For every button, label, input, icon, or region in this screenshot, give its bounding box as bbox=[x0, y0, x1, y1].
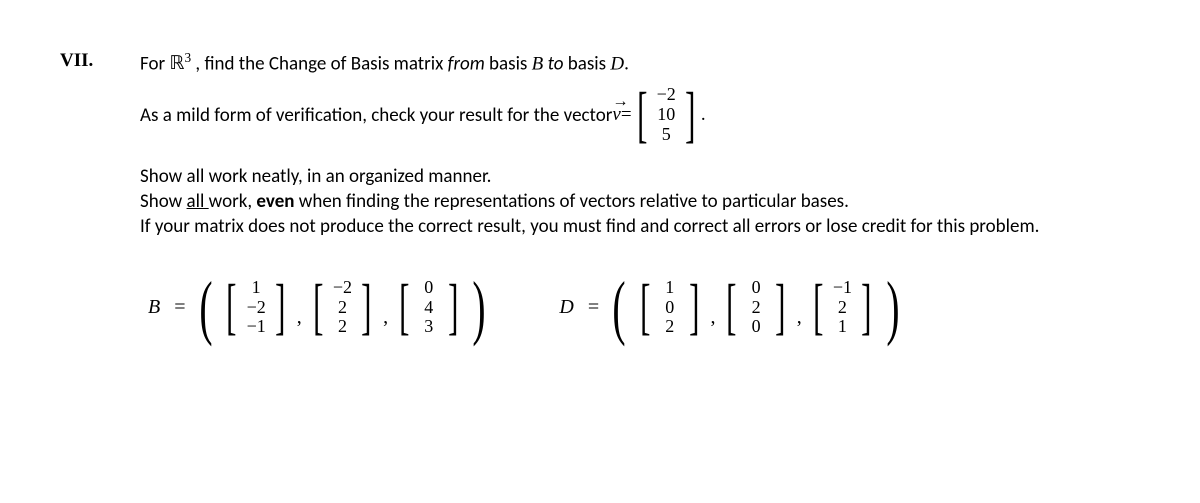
left-bracket-icon: [ bbox=[313, 284, 323, 331]
bold-even: even bbox=[256, 190, 294, 213]
left-bracket-icon: [ bbox=[813, 284, 823, 331]
comma: , bbox=[297, 306, 302, 337]
text: For bbox=[140, 52, 169, 75]
cell: 1 bbox=[831, 317, 853, 337]
column: 1 0 2 bbox=[656, 278, 684, 337]
problem-label: VII. bbox=[60, 50, 110, 337]
right-bracket-icon: ] bbox=[689, 284, 699, 331]
equals: = bbox=[588, 296, 599, 319]
cell: −2 bbox=[655, 85, 677, 105]
right-bracket-icon: ] bbox=[448, 284, 458, 331]
text: Show bbox=[140, 190, 187, 213]
instructions: Show all work neatly, in an organized ma… bbox=[140, 165, 1140, 238]
left-paren-icon: ( bbox=[613, 284, 626, 331]
right-paren-icon: ) bbox=[473, 284, 486, 331]
from-italic: from bbox=[448, 52, 485, 75]
basis-definitions: B = ( [ 1 −2 −1 ] , [ −2 bbox=[140, 278, 1140, 337]
B-vector-2: [ −2 2 2 ] bbox=[308, 278, 377, 337]
left-paren-icon: ( bbox=[199, 284, 212, 331]
basis-B: B bbox=[532, 53, 544, 74]
cell: 0 bbox=[745, 317, 767, 337]
column: −2 2 2 bbox=[328, 278, 356, 337]
cell: 0 bbox=[418, 278, 440, 298]
basis-B-def: B = ( [ 1 −2 −1 ] , [ −2 bbox=[140, 278, 491, 337]
text: As a mild form of verification, check yo… bbox=[140, 104, 612, 127]
D-vector-1: [ 1 0 2 ] bbox=[635, 278, 704, 337]
left-bracket-icon: [ bbox=[727, 284, 737, 331]
column: −1 2 1 bbox=[828, 278, 856, 337]
basis-D: D bbox=[610, 53, 624, 74]
right-bracket-icon: ] bbox=[275, 284, 285, 331]
right-bracket-icon: ] bbox=[362, 284, 372, 331]
line-4: Show all work, even when finding the rep… bbox=[140, 190, 1140, 213]
left-bracket-icon: [ bbox=[227, 284, 237, 331]
to-italic: to bbox=[543, 52, 563, 75]
text: . bbox=[624, 52, 629, 75]
column: 0 2 0 bbox=[742, 278, 770, 337]
D-vector-2: [ 0 2 0 ] bbox=[721, 278, 790, 337]
B-vector-3: [ 0 4 3 ] bbox=[394, 278, 463, 337]
basis-B-label: B bbox=[148, 296, 160, 319]
basis-D-def: D = ( [ 1 0 2 ] , [ 0 2 bbox=[551, 278, 905, 337]
comma: , bbox=[710, 306, 715, 337]
underline-all: all bbox=[187, 190, 209, 213]
problem-container: VII. For ℝ 3 , find the Change of Basis m… bbox=[60, 50, 1140, 337]
cell: 2 bbox=[745, 298, 767, 318]
cell: −2 bbox=[331, 278, 353, 298]
cell: 2 bbox=[331, 317, 353, 337]
cell: 2 bbox=[659, 317, 681, 337]
cell: 1 bbox=[659, 278, 681, 298]
right-bracket-icon: ] bbox=[862, 284, 872, 331]
real-symbol: ℝ bbox=[169, 52, 184, 75]
cell: −2 bbox=[245, 298, 267, 318]
line-5: If your matrix does not produce the corr… bbox=[140, 215, 1140, 238]
cell: 1 bbox=[245, 278, 267, 298]
line-1: For ℝ3 , find the Change of Basis matrix… bbox=[140, 50, 1140, 75]
basis-D-label: D bbox=[559, 296, 573, 319]
cell: 2 bbox=[331, 298, 353, 318]
cell: 3 bbox=[418, 317, 440, 337]
cell: 0 bbox=[659, 298, 681, 318]
column: 0 4 3 bbox=[415, 278, 443, 337]
comma: , bbox=[383, 306, 388, 337]
B-vector-1: [ 1 −2 −1 ] bbox=[221, 278, 290, 337]
right-bracket-icon: ] bbox=[685, 92, 695, 139]
vector-column: −2 10 5 bbox=[652, 85, 680, 144]
text: work, bbox=[209, 190, 257, 213]
cell: 0 bbox=[745, 278, 767, 298]
left-bracket-icon: [ bbox=[637, 92, 647, 139]
cell: 2 bbox=[831, 298, 853, 318]
cell: −1 bbox=[831, 278, 853, 298]
vector-matrix: [ −2 10 5 ] bbox=[632, 85, 701, 144]
line-3: Show all work neatly, in an organized ma… bbox=[140, 165, 1140, 188]
problem-content: For ℝ 3 , find the Change of Basis matrix… bbox=[140, 50, 1140, 337]
left-bracket-icon: [ bbox=[399, 284, 409, 331]
left-bracket-icon: [ bbox=[640, 284, 650, 331]
text: when finding the representations of vect… bbox=[294, 190, 848, 213]
column: 1 −2 −1 bbox=[242, 278, 270, 337]
comma: , bbox=[797, 306, 802, 337]
cell: 10 bbox=[655, 105, 677, 125]
right-bracket-icon: ] bbox=[775, 284, 785, 331]
vector-v: v bbox=[612, 104, 620, 126]
cell: −1 bbox=[245, 317, 267, 337]
cell: 5 bbox=[655, 125, 677, 145]
cell: 4 bbox=[418, 298, 440, 318]
period: . bbox=[701, 104, 706, 126]
text: , find the Change of Basis matrix bbox=[191, 52, 448, 75]
equals: = bbox=[174, 296, 185, 319]
right-paren-icon: ) bbox=[886, 284, 899, 331]
line-2: As a mild form of verification, check yo… bbox=[140, 85, 1140, 144]
D-vector-3: [ −1 2 1 ] bbox=[808, 278, 877, 337]
text: basis bbox=[563, 52, 610, 75]
text: basis bbox=[485, 52, 532, 75]
